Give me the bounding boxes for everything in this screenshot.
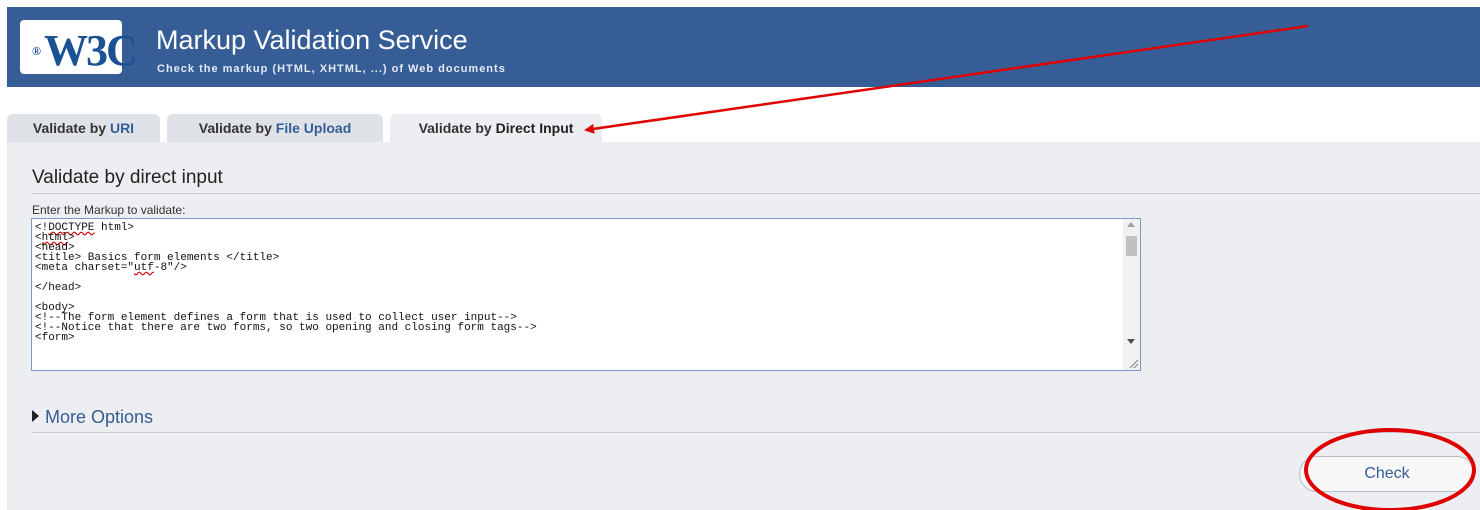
textarea-scrollbar[interactable] [1123, 219, 1140, 370]
textarea-label: Enter the Markup to validate: [32, 203, 186, 217]
header-banner: W3C ® Markup Validation Service Check the… [7, 7, 1480, 87]
tab-validate-by-file-upload[interactable]: Validate by File Upload [167, 114, 383, 142]
disclosure-triangle-icon [32, 410, 39, 423]
resize-grip-icon[interactable] [1130, 360, 1138, 368]
more-options-toggle[interactable]: More Options [32, 407, 153, 428]
tab-validate-by-uri[interactable]: Validate by URI [7, 114, 160, 142]
direct-input-panel: Validate by direct input Enter the Marku… [7, 142, 1480, 510]
scroll-up-arrow-icon[interactable] [1127, 222, 1135, 227]
more-options-divider [32, 432, 1480, 433]
page-subtitle: Check the markup (HTML, XHTML, ...) of W… [157, 63, 506, 75]
check-button[interactable]: Check [1299, 456, 1475, 492]
tab-validate-by-direct-input[interactable]: Validate by Direct Input [390, 114, 602, 143]
w3c-logo[interactable]: W3C ® [20, 20, 138, 74]
section-heading: Validate by direct input [32, 167, 223, 188]
scroll-thumb[interactable] [1126, 236, 1137, 256]
markup-textarea[interactable]: <!DOCTYPE html> <html> <head> <title> Ba… [31, 218, 1141, 371]
scroll-down-arrow-icon[interactable] [1127, 339, 1135, 344]
page-title: Markup Validation Service [156, 25, 468, 55]
markup-textarea-content: <!DOCTYPE html> <html> <head> <title> Ba… [35, 222, 537, 344]
section-divider [32, 193, 1480, 194]
